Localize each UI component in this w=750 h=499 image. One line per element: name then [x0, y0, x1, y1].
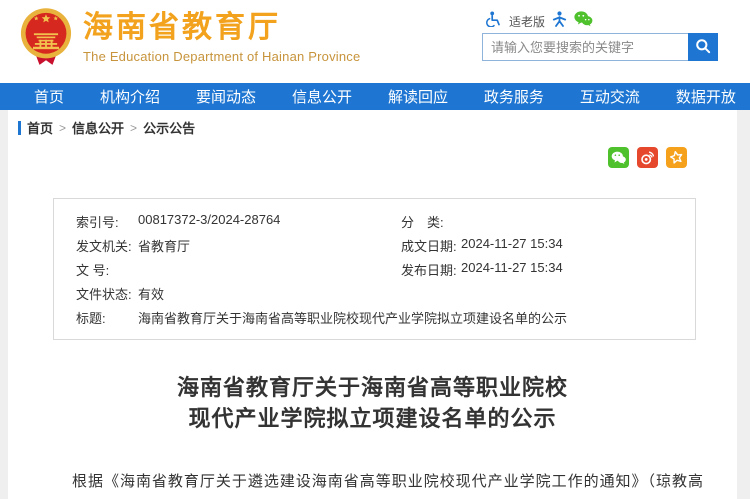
breadcrumb-separator: > [130, 121, 137, 135]
main-nav: 首页 机构介绍 要闻动态 信息公开 解读回应 政务服务 互动交流 数据开放 [0, 83, 750, 110]
content-panel: 首页 > 信息公开 > 公示公告 [8, 110, 737, 499]
nav-item-info-disclosure[interactable]: 信息公开 [292, 86, 352, 107]
meta-value-written-date: 2024-11-27 15:34 [461, 236, 563, 255]
nav-item-interpretation[interactable]: 解读回应 [388, 86, 448, 107]
meta-value-doc-status: 有效 [138, 284, 164, 303]
wechat-icon[interactable] [574, 11, 593, 32]
meta-label-publish-date: 发布日期: [401, 260, 461, 279]
search-icon [695, 38, 711, 57]
search-button[interactable] [688, 33, 718, 61]
nav-item-gov-services[interactable]: 政务服务 [484, 86, 544, 107]
share-row [8, 147, 737, 168]
header-utils: 适老版 [486, 12, 593, 30]
article-title: 海南省教育厅关于海南省高等职业院校 现代产业学院拟立项建设名单的公示 [8, 372, 737, 434]
breadcrumb-announcements[interactable]: 公示公告 [143, 118, 195, 137]
meta-label-issuing-agency: 发文机关: [76, 236, 138, 255]
site-brand[interactable]: 海南省教育厅 The Education Department of Haina… [20, 7, 360, 72]
wheelchair-accessibility-icon[interactable] [486, 11, 502, 32]
meta-row: 文 号: 发布日期: 2024-11-27 15:34 [54, 257, 695, 281]
accessibility-person-icon[interactable] [552, 11, 567, 32]
article-title-line1: 海南省教育厅关于海南省高等职业院校 [8, 372, 737, 403]
breadcrumb-info-disclosure[interactable]: 信息公开 [72, 118, 124, 137]
document-meta-table: 索引号: 00817372-3/2024-28764 分 类: 发文机关: 省教… [53, 198, 696, 340]
page-body: 首页 > 信息公开 > 公示公告 [0, 110, 750, 499]
breadcrumb-accent-bar [18, 121, 21, 135]
article-title-line2: 现代产业学院拟立项建设名单的公示 [8, 403, 737, 434]
nav-item-org-intro[interactable]: 机构介绍 [100, 86, 160, 107]
meta-value-issuing-agency: 省教育厅 [138, 236, 190, 255]
meta-row: 文件状态: 有效 [54, 281, 695, 305]
share-weibo-icon[interactable] [637, 147, 658, 168]
nav-item-home[interactable]: 首页 [34, 86, 64, 107]
breadcrumb-separator: > [59, 121, 66, 135]
article-paragraph: 根据《海南省教育厅关于遴选建设海南省高等职业院校现代产业学院工作的通知》（琼教高… [42, 468, 703, 499]
search-input[interactable] [482, 33, 688, 61]
meta-value-publish-date: 2024-11-27 15:34 [461, 260, 563, 279]
meta-label-doc-title: 标题: [76, 308, 138, 327]
breadcrumb-home[interactable]: 首页 [27, 118, 53, 137]
meta-row: 发文机关: 省教育厅 成文日期: 2024-11-27 15:34 [54, 233, 695, 257]
nav-item-news[interactable]: 要闻动态 [196, 86, 256, 107]
search-bar [482, 33, 718, 61]
elder-version-link[interactable]: 适老版 [509, 13, 545, 30]
site-title: 海南省教育厅 [83, 11, 360, 45]
meta-row: 索引号: 00817372-3/2024-28764 分 类: [54, 209, 695, 233]
meta-label-doc-status: 文件状态: [76, 284, 138, 303]
share-favorite-star-icon[interactable] [666, 147, 687, 168]
meta-label-index: 索引号: [76, 212, 138, 231]
meta-label-category: 分 类: [401, 212, 461, 231]
meta-value-doc-title: 海南省教育厅关于海南省高等职业院校现代产业学院拟立项建设名单的公示 [138, 308, 567, 327]
share-wechat-icon[interactable] [608, 147, 629, 168]
breadcrumb: 首页 > 信息公开 > 公示公告 [8, 110, 737, 137]
meta-row: 标题: 海南省教育厅关于海南省高等职业院校现代产业学院拟立项建设名单的公示 [54, 305, 695, 329]
meta-value-index: 00817372-3/2024-28764 [138, 212, 280, 231]
nav-item-interaction[interactable]: 互动交流 [580, 86, 640, 107]
nav-item-open-data[interactable]: 数据开放 [676, 86, 736, 107]
meta-label-doc-number: 文 号: [76, 260, 138, 279]
national-emblem-icon [20, 7, 72, 72]
site-header: 海南省教育厅 The Education Department of Haina… [0, 0, 750, 83]
meta-label-written-date: 成文日期: [401, 236, 461, 255]
site-title-english: The Education Department of Hainan Provi… [83, 49, 360, 64]
